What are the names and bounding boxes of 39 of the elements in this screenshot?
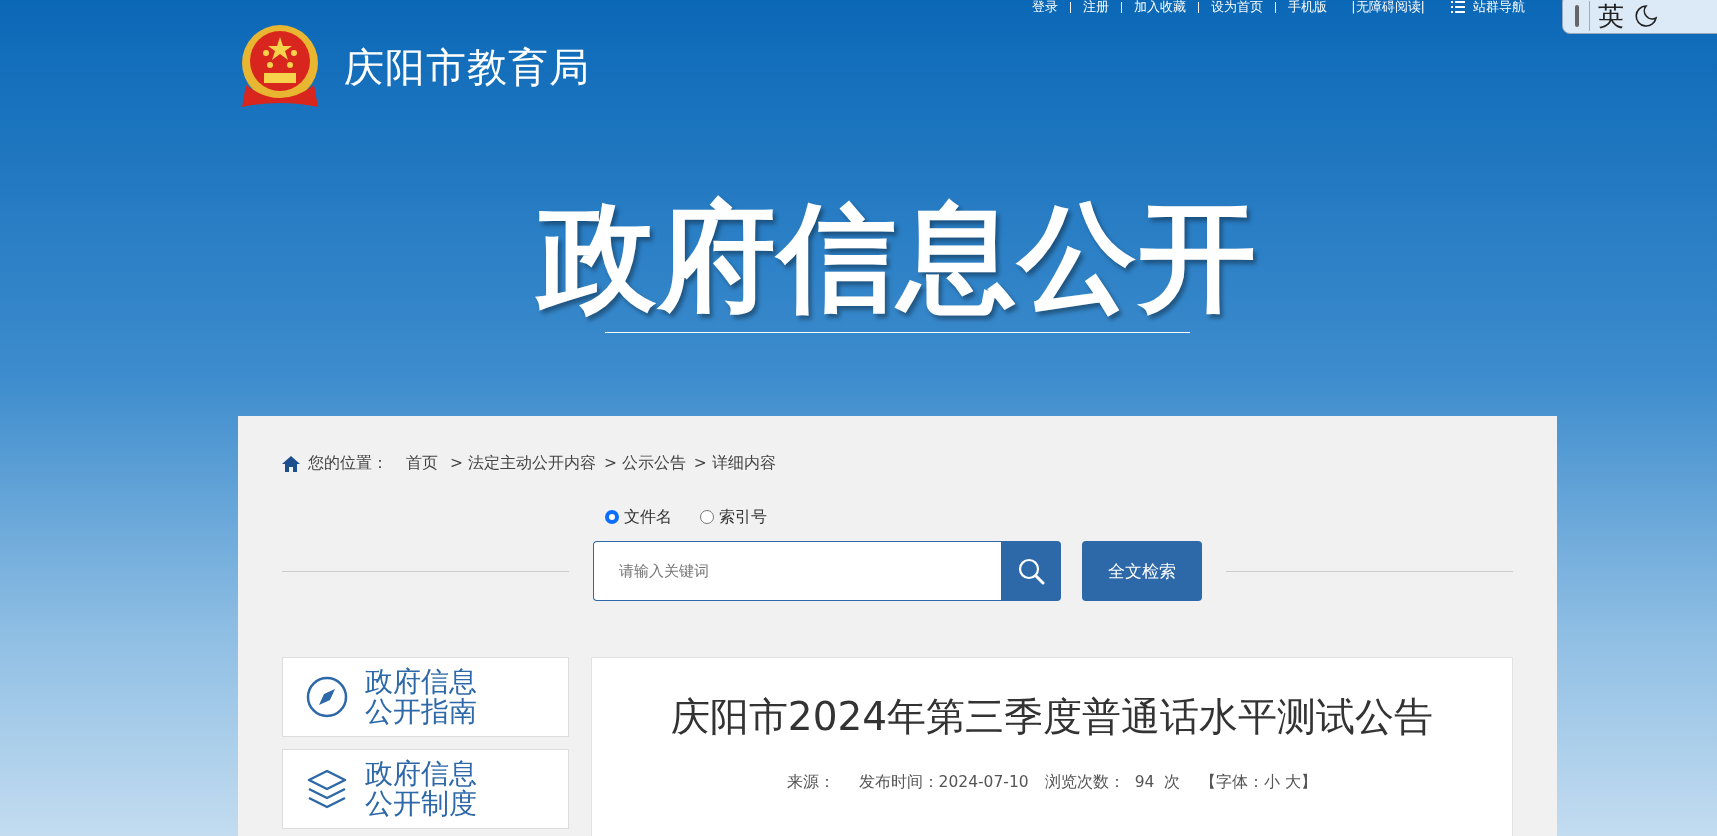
ime-toolbar[interactable]: 英 bbox=[1562, 0, 1717, 34]
source-label: 来源： bbox=[786, 771, 835, 793]
top-link[interactable]: 登录 bbox=[1020, 0, 1071, 14]
breadcrumb-label: 您的位置： bbox=[308, 453, 388, 474]
search-button[interactable] bbox=[1001, 541, 1061, 602]
bracket-text: 】 bbox=[1301, 771, 1318, 793]
menu-icon[interactable] bbox=[1451, 1, 1465, 13]
view-count: 94 bbox=[1134, 771, 1155, 793]
font-small-link[interactable]: 小 bbox=[1264, 770, 1281, 794]
breadcrumb-link[interactable]: > 法定主动公开内容 bbox=[450, 452, 596, 476]
font-large-link[interactable]: 大 bbox=[1285, 770, 1302, 794]
font-size-label: 【字体： bbox=[1200, 771, 1265, 793]
top-link[interactable]: 注册 bbox=[1071, 0, 1122, 14]
top-link[interactable]: 加入收藏 bbox=[1122, 0, 1199, 14]
views-label: 浏览次数： bbox=[1044, 771, 1125, 793]
breadcrumb-link[interactable]: > 详细内容 bbox=[693, 452, 776, 476]
drag-handle-icon[interactable] bbox=[1575, 5, 1579, 27]
fulltext-search-button[interactable]: 全文检索 bbox=[1082, 541, 1202, 602]
top-link[interactable]: 设为首页 bbox=[1199, 0, 1276, 14]
radio-option[interactable]: 索引号 bbox=[700, 505, 767, 530]
views-unit: 次 bbox=[1164, 771, 1181, 793]
site-navigation-link[interactable]: 站群导航 bbox=[1465, 0, 1537, 14]
breadcrumb-link[interactable]: > 公示公告 bbox=[603, 452, 686, 476]
sidebar-item[interactable]: 政府信息 公开制度 bbox=[282, 749, 569, 830]
top-link[interactable]: 手机版 bbox=[1276, 0, 1340, 14]
home-icon bbox=[282, 455, 300, 472]
breadcrumb-link[interactable]: 首页 bbox=[406, 452, 438, 476]
ime-language-toggle[interactable]: 英 bbox=[1589, 1, 1624, 31]
publish-date: 2024-07-10 bbox=[938, 771, 1029, 793]
moon-icon[interactable] bbox=[1634, 4, 1658, 28]
top-link[interactable]: |无障碍阅读| bbox=[1339, 0, 1437, 14]
date-label: 发布时间： bbox=[858, 771, 939, 793]
sidebar-item[interactable]: 政府信息 公开指南 bbox=[282, 657, 569, 738]
search-field[interactable]: 请输入关键词 bbox=[593, 541, 1001, 602]
article-title: 庆阳市2024年第三季度普通话水平测试公告 bbox=[669, 693, 1435, 742]
search-icon[interactable] bbox=[1017, 557, 1045, 586]
compass-icon bbox=[305, 675, 349, 720]
site-title: 庆阳市教育局 bbox=[344, 43, 590, 92]
radio-option[interactable]: 文件名 bbox=[605, 505, 672, 530]
